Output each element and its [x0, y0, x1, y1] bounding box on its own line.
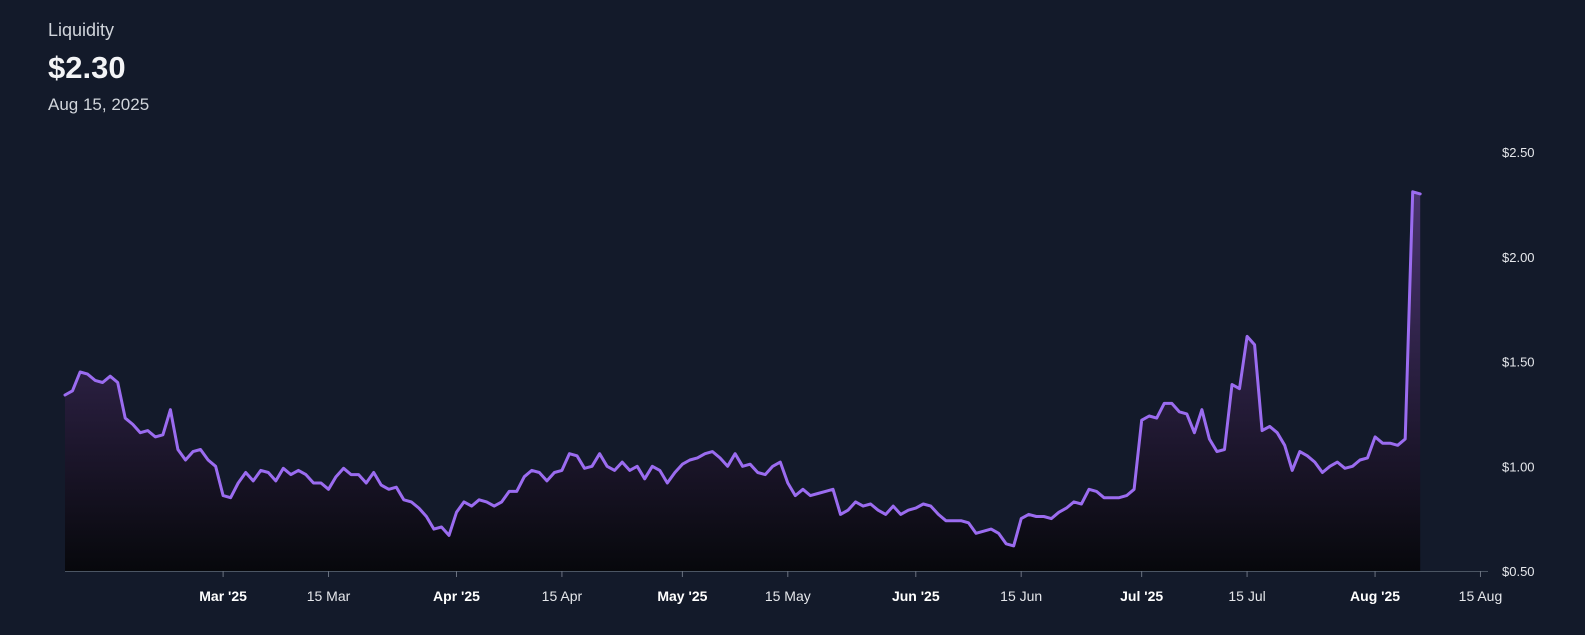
x-tick-label: 15 Jun	[1000, 588, 1042, 604]
x-tick-label: Jun '25	[892, 588, 940, 604]
y-tick-label: $2.50	[1502, 145, 1535, 160]
x-tick-label: 15 Apr	[542, 588, 583, 604]
area-fill	[65, 191, 1421, 572]
x-tick-label: Aug '25	[1350, 588, 1400, 604]
x-tick-label: 15 Mar	[307, 588, 351, 604]
x-tick-label: Jul '25	[1120, 588, 1163, 604]
y-tick-label: $2.00	[1502, 250, 1535, 265]
x-tick-label: Mar '25	[199, 588, 247, 604]
x-axis: Mar '25 15 Mar Apr '25 15 Apr May '25 15 May J…	[199, 571, 1502, 604]
x-tick-label: 15 May	[765, 588, 811, 604]
x-tick-label: 15 Aug	[1459, 588, 1503, 604]
y-tick-label: $0.50	[1502, 564, 1535, 579]
y-axis: $0.50 $1.00 $1.50 $2.00 $2.50	[1502, 145, 1535, 579]
x-tick-label: May '25	[657, 588, 707, 604]
liquidity-area-chart[interactable]: Mar '25 15 Mar Apr '25 15 Apr May '25 15 May J…	[0, 0, 1585, 635]
x-tick-label: Apr '25	[433, 588, 480, 604]
x-tick-label: 15 Jul	[1228, 588, 1265, 604]
y-tick-label: $1.50	[1502, 355, 1535, 370]
y-tick-label: $1.00	[1502, 459, 1535, 474]
